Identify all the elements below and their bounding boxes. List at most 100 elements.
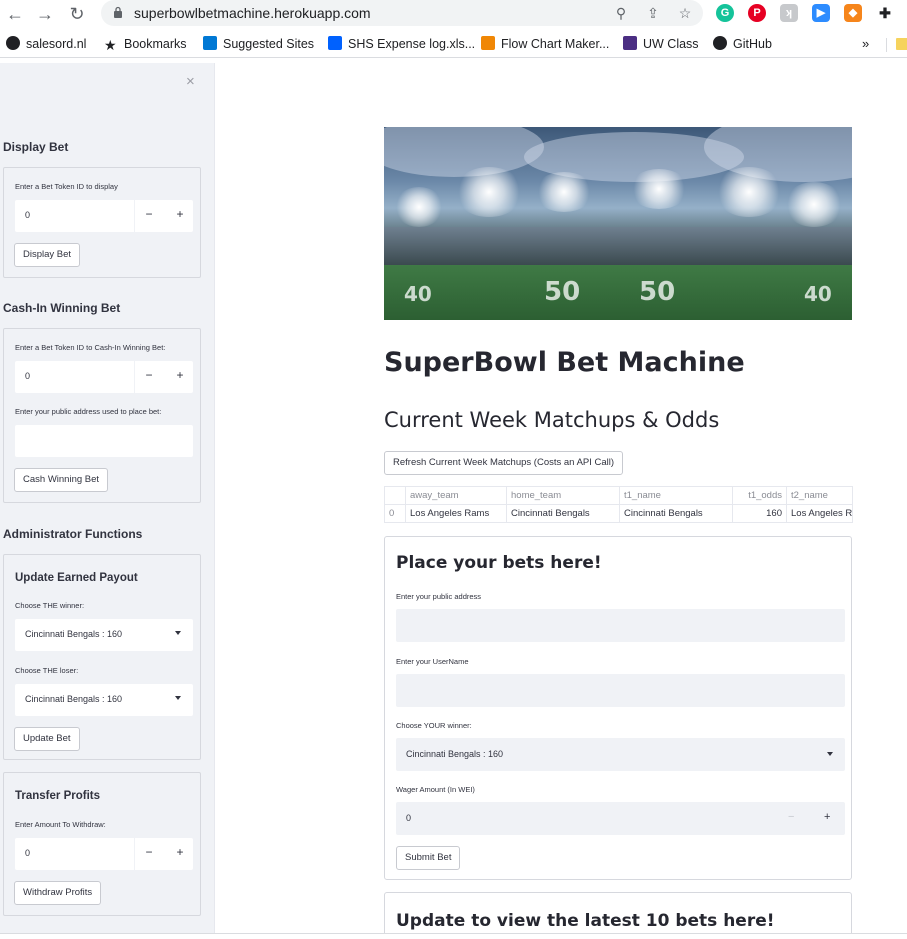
main-content: 50 50 40 40 SuperBowl Bet Machine Curren… <box>216 63 907 933</box>
chevron-down-icon <box>827 752 833 756</box>
matchups-table: away_team home_team t1_name t1_odds t2_n… <box>384 486 853 523</box>
loser-select[interactable]: Cincinnati Bengals : 160 <box>15 684 193 716</box>
column-header: t1_odds <box>732 486 787 505</box>
input-value: 0 <box>25 210 31 220</box>
update-payout-form: Update Earned Payout Choose THE winner: … <box>3 554 201 760</box>
globe-icon <box>6 36 20 50</box>
table-header-row: away_team home_team t1_name t1_odds t2_n… <box>384 486 853 505</box>
browser-toolbar: ← → ↻ superbowlbetmachine.herokuapp.com … <box>0 0 907 30</box>
input-value: 0 <box>25 371 31 381</box>
plus-icon[interactable]: + <box>171 207 189 221</box>
table-cell: Los Angeles Rams <box>405 504 507 523</box>
folder-icon[interactable] <box>896 38 907 50</box>
table-cell: 160 <box>732 504 787 523</box>
address-bar[interactable]: superbowlbetmachine.herokuapp.com ⚲ ⇪ ☆ <box>101 0 703 26</box>
lock-icon <box>114 6 122 18</box>
bookmark-item[interactable]: ★ Bookmarks <box>104 36 187 52</box>
select-value: Cincinnati Bengals : 160 <box>25 694 123 704</box>
withdraw-amount-input[interactable]: 0 − + <box>15 838 193 870</box>
username-label: Enter your UserName <box>396 657 469 666</box>
table-cell: Cincinnati Bengals <box>506 504 620 523</box>
extension-icon[interactable]: ʞ <box>780 4 798 22</box>
star-icon[interactable]: ☆ <box>676 4 694 22</box>
display-bet-token-input[interactable]: 0 − + <box>15 200 193 232</box>
bookmark-item[interactable]: Suggested Sites <box>203 36 314 52</box>
latest-bets-form: Update to view the latest 10 bets here! <box>384 892 852 933</box>
puzzle-icon[interactable]: ✚ <box>876 4 894 22</box>
minus-icon[interactable]: − <box>140 368 158 382</box>
place-bet-form: Place your bets here! Enter your public … <box>384 536 852 880</box>
display-bet-label: Enter a Bet Token ID to display <box>15 182 118 191</box>
refresh-matchups-button[interactable]: Refresh Current Week Matchups (Costs an … <box>384 451 624 475</box>
table-row: 0 Los Angeles Rams Cincinnati Bengals Ci… <box>384 504 853 523</box>
minus-icon[interactable]: − <box>788 811 794 823</box>
drawio-icon <box>481 36 495 50</box>
divider <box>134 200 135 232</box>
table-cell: Cincinnati Bengals <box>619 504 733 523</box>
wager-amount-input[interactable]: 0 − + <box>396 802 845 835</box>
divider <box>134 361 135 393</box>
place-bet-title: Place your bets here! <box>396 553 602 573</box>
transfer-profits-form: Transfer Profits Enter Amount To Withdra… <box>3 772 201 916</box>
reload-icon[interactable]: ↻ <box>66 3 88 25</box>
star-icon: ★ <box>104 37 117 53</box>
column-header: home_team <box>506 486 620 505</box>
divider <box>134 838 135 870</box>
bookmark-item[interactable]: UW Class <box>623 36 699 52</box>
your-winner-select[interactable]: Cincinnati Bengals : 160 <box>396 738 845 771</box>
update-bet-button[interactable]: Update Bet <box>14 727 80 751</box>
wager-label: Wager Amount (In WEI) <box>396 785 475 794</box>
cash-in-form: Enter a Bet Token ID to Cash-In Winning … <box>3 328 201 503</box>
minus-icon[interactable]: − <box>140 207 158 221</box>
column-header: away_team <box>405 486 507 505</box>
uw-icon <box>623 36 637 50</box>
table-cell: 0 <box>384 504 406 523</box>
cash-in-address-input[interactable] <box>15 425 193 457</box>
bookmark-item[interactable]: Flow Chart Maker... <box>481 36 609 52</box>
bookmark-item[interactable]: SHS Expense log.xls... <box>328 36 475 52</box>
latest-bets-title: Update to view the latest 10 bets here! <box>396 911 775 931</box>
plus-icon[interactable]: + <box>171 368 189 382</box>
withdraw-profits-button[interactable]: Withdraw Profits <box>14 881 102 905</box>
bookmark-item[interactable]: GitHub <box>713 36 772 52</box>
loser-label: Choose THE loser: <box>15 666 79 675</box>
stadium-hero-image: 50 50 40 40 <box>384 127 852 320</box>
username-input[interactable] <box>396 674 845 707</box>
zoom-icon[interactable]: ⚲ <box>612 4 630 22</box>
public-address-input[interactable] <box>396 609 845 642</box>
plus-icon[interactable]: + <box>171 845 189 859</box>
page-title: SuperBowl Bet Machine <box>384 347 745 378</box>
cash-in-address-label: Enter your public address used to place … <box>15 407 162 416</box>
cash-in-token-input[interactable]: 0 − + <box>15 361 193 393</box>
withdraw-amount-label: Enter Amount To Withdraw: <box>15 820 106 829</box>
display-bet-button[interactable]: Display Bet <box>14 243 81 267</box>
winner-label: Choose YOUR winner: <box>396 721 472 730</box>
transfer-profits-title: Transfer Profits <box>15 790 100 802</box>
minus-icon[interactable]: − <box>140 845 158 859</box>
more-bookmarks-icon[interactable]: » <box>862 36 869 51</box>
display-bet-form: Enter a Bet Token ID to display 0 − + Di… <box>3 167 201 278</box>
divider <box>886 38 887 52</box>
bing-icon <box>203 36 217 50</box>
update-payout-title: Update Earned Payout <box>15 572 138 584</box>
input-value: 0 <box>25 848 31 858</box>
cash-winning-bet-button[interactable]: Cash Winning Bet <box>14 468 109 492</box>
pinterest-icon[interactable]: P <box>748 4 766 22</box>
display-bet-header: Display Bet <box>3 140 69 154</box>
zoom-meeting-icon[interactable]: ▶ <box>812 4 830 22</box>
share-icon[interactable]: ⇪ <box>644 4 662 22</box>
column-header: t1_name <box>619 486 733 505</box>
table-cell: Los Angeles Rams <box>786 504 853 523</box>
forward-icon[interactable]: → <box>34 3 56 25</box>
bookmarks-bar: salesord.nl ★ Bookmarks Suggested Sites S… <box>0 30 907 58</box>
back-icon[interactable]: ← <box>4 3 26 25</box>
metamask-icon[interactable]: ◆ <box>844 4 862 22</box>
close-icon[interactable]: × <box>186 73 195 90</box>
winner-select[interactable]: Cincinnati Bengals : 160 <box>15 619 193 651</box>
chevron-down-icon <box>175 631 181 635</box>
submit-bet-button[interactable]: Submit Bet <box>396 846 461 870</box>
plus-icon[interactable]: + <box>824 811 830 823</box>
bookmark-item[interactable]: salesord.nl <box>6 36 86 52</box>
grammarly-icon[interactable]: G <box>716 4 734 22</box>
status-bar <box>0 933 907 939</box>
